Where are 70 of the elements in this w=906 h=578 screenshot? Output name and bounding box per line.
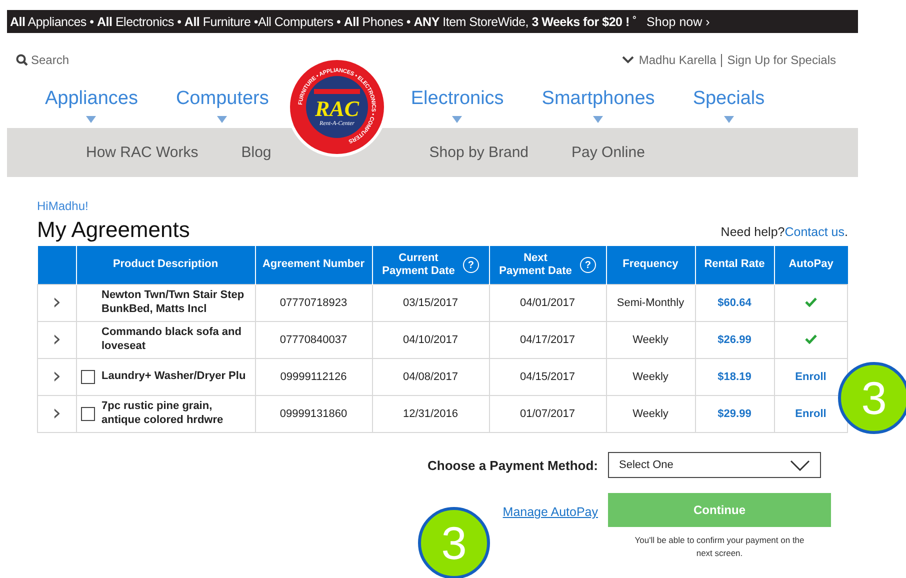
rental-rate: $60.64 bbox=[718, 297, 752, 309]
nav-link[interactable]: Shop by Brand bbox=[429, 144, 529, 161]
table-cell: 07770718923 bbox=[280, 297, 348, 309]
contact-link[interactable]: Contact us bbox=[784, 225, 845, 239]
help-text: Need help? bbox=[720, 225, 785, 239]
payment-method-label: Choose a Payment Method: bbox=[426, 458, 598, 472]
table-cell: 12/31/2016 bbox=[402, 408, 458, 420]
nav-link[interactable]: Smartphones bbox=[542, 88, 655, 110]
confirmation-note: You'll be able to confirm your payment on the next screen. bbox=[634, 534, 806, 560]
check-icon bbox=[804, 296, 817, 306]
column-header: Product Description bbox=[76, 246, 255, 284]
chevron-down-icon bbox=[790, 460, 810, 470]
column-header: Agreement Number bbox=[255, 246, 372, 284]
page-title: My Agreements bbox=[37, 217, 190, 243]
table-cell: Weekly bbox=[632, 334, 668, 346]
promo-text: All Appliances •All Electronics •All Furniture •All Computers •All Phones • ANY Item StoreWide, 3 Weeks for $20 ! ˚ bbox=[10, 14, 637, 28]
payment-method-dropdown[interactable]: Select One bbox=[608, 452, 821, 478]
greeting: HiMadhu! bbox=[37, 199, 90, 213]
rental-rate: $26.99 bbox=[718, 334, 752, 346]
checkbox[interactable] bbox=[80, 370, 94, 384]
rental-rate: $18.19 bbox=[718, 371, 752, 383]
expand-button[interactable]: › bbox=[52, 329, 62, 351]
rental-rate: $29.99 bbox=[718, 408, 752, 420]
signup-link[interactable]: Sign Up for Specials bbox=[727, 53, 836, 67]
nav-link[interactable]: How RAC Works bbox=[86, 144, 198, 161]
help-button[interactable]: ? bbox=[580, 257, 596, 273]
account-link[interactable]: Madhu Karella bbox=[638, 53, 716, 67]
step-number-badge: 3 bbox=[418, 507, 490, 578]
shop-now-link[interactable]: Shop now › bbox=[646, 14, 710, 28]
table-cell: 04/15/2017 bbox=[520, 371, 576, 383]
nav-link[interactable]: Blog bbox=[241, 144, 272, 161]
nav-link[interactable]: Electronics bbox=[410, 88, 504, 110]
table-cell: Weekly bbox=[632, 371, 668, 383]
expand-button[interactable]: › bbox=[52, 292, 62, 314]
table-cell: 09999131860 bbox=[280, 408, 348, 420]
product-description: Laundry+ Washer/Dryer Plu bbox=[102, 370, 246, 384]
nav-link[interactable]: Specials bbox=[692, 88, 765, 110]
enroll-link[interactable]: Enroll bbox=[795, 371, 826, 383]
column-header: Rental Rate bbox=[695, 246, 774, 284]
product-description: 7pc rustic pine grain, antique colored hrdwre bbox=[102, 400, 224, 428]
table-cell: 01/07/2017 bbox=[520, 408, 576, 420]
nav-link[interactable]: Pay Online bbox=[572, 144, 645, 161]
expand-button[interactable]: › bbox=[52, 403, 62, 425]
checkbox[interactable] bbox=[80, 407, 94, 421]
enroll-link[interactable]: Enroll bbox=[795, 408, 826, 420]
table-cell: 09999112126 bbox=[280, 371, 347, 383]
nav-link[interactable]: Computers bbox=[176, 88, 269, 110]
column-header: Current Payment Date ? bbox=[372, 246, 489, 284]
table-cell: 04/10/2017 bbox=[402, 334, 458, 346]
check-icon bbox=[804, 334, 817, 344]
table-cell: 03/15/2017 bbox=[402, 297, 458, 309]
product-description: Newton Twn/Twn Stair Step BunkBed, Matts Incl bbox=[102, 289, 246, 317]
table-cell: Weekly bbox=[632, 408, 668, 420]
expand-button[interactable]: › bbox=[52, 366, 62, 388]
product-description: Commando black sofa and loveseat bbox=[102, 326, 242, 354]
nav-link[interactable]: Appliances bbox=[45, 88, 138, 110]
period-text: . bbox=[844, 225, 848, 239]
column-header: Frequency bbox=[606, 246, 695, 284]
table-cell: Semi-Monthly bbox=[616, 297, 684, 309]
table-cell: 07770840037 bbox=[280, 334, 348, 346]
column-header: AutoPay bbox=[774, 246, 848, 284]
table-cell: 04/08/2017 bbox=[402, 371, 458, 383]
table-cell: 04/01/2017 bbox=[520, 297, 576, 309]
search-link[interactable]: Search bbox=[16, 53, 70, 67]
chevron-down-icon bbox=[622, 56, 634, 64]
search-icon bbox=[16, 54, 28, 66]
step-number-badge: 3 bbox=[838, 362, 906, 434]
table-cell: 04/17/2017 bbox=[520, 334, 576, 346]
column-header: Next Payment Date ? bbox=[489, 246, 606, 284]
help-button[interactable]: ? bbox=[462, 257, 479, 273]
